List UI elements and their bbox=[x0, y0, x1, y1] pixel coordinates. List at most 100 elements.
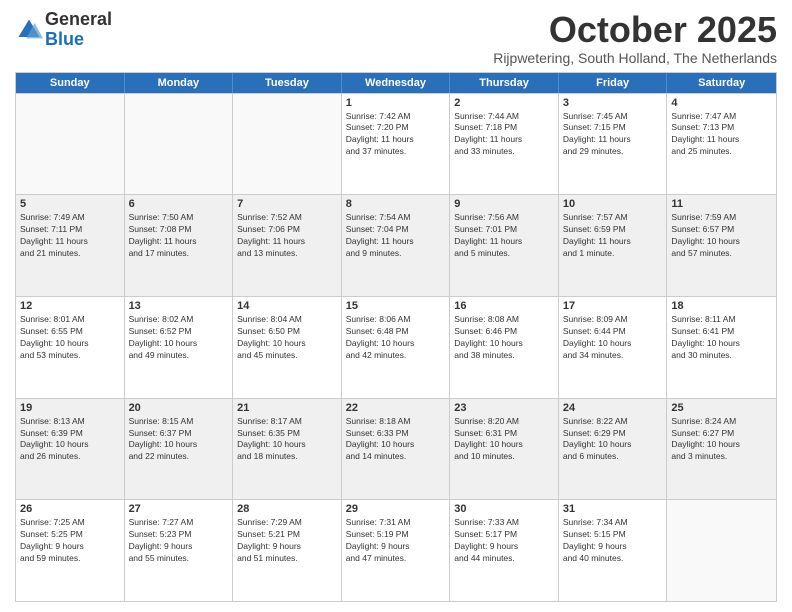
day-content-2: Sunrise: 7:44 AM Sunset: 7:18 PM Dayligh… bbox=[454, 111, 554, 159]
day-number-5: 5 bbox=[20, 198, 120, 210]
day-content-16: Sunrise: 8:08 AM Sunset: 6:46 PM Dayligh… bbox=[454, 314, 554, 362]
day-content-23: Sunrise: 8:20 AM Sunset: 6:31 PM Dayligh… bbox=[454, 416, 554, 464]
day-content-22: Sunrise: 8:18 AM Sunset: 6:33 PM Dayligh… bbox=[346, 416, 446, 464]
day-cell-7: 7Sunrise: 7:52 AM Sunset: 7:06 PM Daylig… bbox=[233, 195, 342, 296]
day-number-30: 30 bbox=[454, 503, 554, 515]
day-cell-15: 15 Sunrise: 8:06 AM Sunset: 6:48 PM Dayli… bbox=[342, 297, 451, 398]
empty-cell-w4-6 bbox=[667, 500, 776, 601]
day-cell-21: 21 Sunrise: 8:17 AM Sunset: 6:35 PM Dayli… bbox=[233, 399, 342, 500]
day-number-22: 22 bbox=[346, 402, 446, 414]
empty-cell-w0-2 bbox=[233, 94, 342, 195]
day-content-20: Sunrise: 8:15 AM Sunset: 6:37 PM Dayligh… bbox=[129, 416, 229, 464]
day-cell-3: 3Sunrise: 7:45 AM Sunset: 7:15 PM Daylig… bbox=[559, 94, 668, 195]
day-number-26: 26 bbox=[20, 503, 120, 515]
day-number-24: 24 bbox=[563, 402, 663, 414]
week-row-2: 5 Sunrise: 7:49 AM Sunset: 7:11 PM Daylig… bbox=[16, 194, 776, 296]
day-cell-2: 2 Sunrise: 7:44 AM Sunset: 7:18 PM Daylig… bbox=[450, 94, 559, 195]
day-content-26: Sunrise: 7:25 AM Sunset: 5:25 PM Dayligh… bbox=[20, 517, 120, 565]
day-number-14: 14 bbox=[237, 300, 337, 312]
day-number-19: 19 bbox=[20, 402, 120, 414]
day-number-21: 21 bbox=[237, 402, 337, 414]
day-cell-5: 5 Sunrise: 7:49 AM Sunset: 7:11 PM Daylig… bbox=[16, 195, 125, 296]
day-cell-16: 16Sunrise: 8:08 AM Sunset: 6:46 PM Dayli… bbox=[450, 297, 559, 398]
day-cell-28: 28 Sunrise: 7:29 AM Sunset: 5:21 PM Dayli… bbox=[233, 500, 342, 601]
week-row-1: 1 Sunrise: 7:42 AM Sunset: 7:20 PM Daylig… bbox=[16, 93, 776, 195]
day-cell-1: 1 Sunrise: 7:42 AM Sunset: 7:20 PM Daylig… bbox=[342, 94, 451, 195]
location-title: Rijpwetering, South Holland, The Netherl… bbox=[493, 50, 777, 66]
logo-blue-text: Blue bbox=[45, 29, 84, 49]
day-content-27: Sunrise: 7:27 AM Sunset: 5:23 PM Dayligh… bbox=[129, 517, 229, 565]
day-number-18: 18 bbox=[671, 300, 772, 312]
header-monday: Monday bbox=[125, 73, 234, 93]
logo-icon bbox=[15, 16, 43, 44]
day-number-6: 6 bbox=[129, 198, 229, 210]
day-cell-20: 20 Sunrise: 8:15 AM Sunset: 6:37 PM Dayli… bbox=[125, 399, 234, 500]
header-tuesday: Tuesday bbox=[233, 73, 342, 93]
day-cell-19: 19 Sunrise: 8:13 AM Sunset: 6:39 PM Dayli… bbox=[16, 399, 125, 500]
day-number-23: 23 bbox=[454, 402, 554, 414]
day-content-1: Sunrise: 7:42 AM Sunset: 7:20 PM Dayligh… bbox=[346, 111, 446, 159]
day-number-10: 10 bbox=[563, 198, 663, 210]
day-cell-25: 25Sunrise: 8:24 AM Sunset: 6:27 PM Dayli… bbox=[667, 399, 776, 500]
week-row-3: 12 Sunrise: 8:01 AM Sunset: 6:55 PM Dayli… bbox=[16, 296, 776, 398]
day-number-27: 27 bbox=[129, 503, 229, 515]
day-content-6: Sunrise: 7:50 AM Sunset: 7:08 PM Dayligh… bbox=[129, 212, 229, 260]
day-number-28: 28 bbox=[237, 503, 337, 515]
day-cell-4: 4Sunrise: 7:47 AM Sunset: 7:13 PM Daylig… bbox=[667, 94, 776, 195]
logo: General Blue bbox=[15, 10, 112, 50]
day-content-25: Sunrise: 8:24 AM Sunset: 6:27 PM Dayligh… bbox=[671, 416, 772, 464]
day-cell-13: 13Sunrise: 8:02 AM Sunset: 6:52 PM Dayli… bbox=[125, 297, 234, 398]
calendar-header: Sunday Monday Tuesday Wednesday Thursday… bbox=[16, 73, 776, 93]
empty-cell-w0-0 bbox=[16, 94, 125, 195]
day-content-19: Sunrise: 8:13 AM Sunset: 6:39 PM Dayligh… bbox=[20, 416, 120, 464]
day-cell-17: 17 Sunrise: 8:09 AM Sunset: 6:44 PM Dayli… bbox=[559, 297, 668, 398]
day-content-28: Sunrise: 7:29 AM Sunset: 5:21 PM Dayligh… bbox=[237, 517, 337, 565]
day-cell-12: 12 Sunrise: 8:01 AM Sunset: 6:55 PM Dayli… bbox=[16, 297, 125, 398]
day-cell-31: 31Sunrise: 7:34 AM Sunset: 5:15 PM Dayli… bbox=[559, 500, 668, 601]
day-content-5: Sunrise: 7:49 AM Sunset: 7:11 PM Dayligh… bbox=[20, 212, 120, 260]
day-content-30: Sunrise: 7:33 AM Sunset: 5:17 PM Dayligh… bbox=[454, 517, 554, 565]
day-content-15: Sunrise: 8:06 AM Sunset: 6:48 PM Dayligh… bbox=[346, 314, 446, 362]
day-cell-29: 29 Sunrise: 7:31 AM Sunset: 5:19 PM Dayli… bbox=[342, 500, 451, 601]
day-content-24: Sunrise: 8:22 AM Sunset: 6:29 PM Dayligh… bbox=[563, 416, 663, 464]
day-content-8: Sunrise: 7:54 AM Sunset: 7:04 PM Dayligh… bbox=[346, 212, 446, 260]
logo-text: General Blue bbox=[45, 10, 112, 50]
header-thursday: Thursday bbox=[450, 73, 559, 93]
day-content-3: Sunrise: 7:45 AM Sunset: 7:15 PM Dayligh… bbox=[563, 111, 663, 159]
day-number-20: 20 bbox=[129, 402, 229, 414]
day-content-18: Sunrise: 8:11 AM Sunset: 6:41 PM Dayligh… bbox=[671, 314, 772, 362]
day-content-17: Sunrise: 8:09 AM Sunset: 6:44 PM Dayligh… bbox=[563, 314, 663, 362]
header-saturday: Saturday bbox=[667, 73, 776, 93]
day-number-12: 12 bbox=[20, 300, 120, 312]
day-cell-8: 8 Sunrise: 7:54 AM Sunset: 7:04 PM Daylig… bbox=[342, 195, 451, 296]
day-content-21: Sunrise: 8:17 AM Sunset: 6:35 PM Dayligh… bbox=[237, 416, 337, 464]
calendar: Sunday Monday Tuesday Wednesday Thursday… bbox=[15, 72, 777, 602]
day-cell-9: 9 Sunrise: 7:56 AM Sunset: 7:01 PM Daylig… bbox=[450, 195, 559, 296]
day-cell-22: 22 Sunrise: 8:18 AM Sunset: 6:33 PM Dayli… bbox=[342, 399, 451, 500]
week-row-4: 19 Sunrise: 8:13 AM Sunset: 6:39 PM Dayli… bbox=[16, 398, 776, 500]
day-cell-24: 24 Sunrise: 8:22 AM Sunset: 6:29 PM Dayli… bbox=[559, 399, 668, 500]
day-content-12: Sunrise: 8:01 AM Sunset: 6:55 PM Dayligh… bbox=[20, 314, 120, 362]
day-number-31: 31 bbox=[563, 503, 663, 515]
day-number-2: 2 bbox=[454, 97, 554, 109]
day-content-29: Sunrise: 7:31 AM Sunset: 5:19 PM Dayligh… bbox=[346, 517, 446, 565]
header: General Blue October 2025 Rijpwetering, … bbox=[15, 10, 777, 66]
day-number-29: 29 bbox=[346, 503, 446, 515]
day-number-9: 9 bbox=[454, 198, 554, 210]
day-number-15: 15 bbox=[346, 300, 446, 312]
day-content-14: Sunrise: 8:04 AM Sunset: 6:50 PM Dayligh… bbox=[237, 314, 337, 362]
page: General Blue October 2025 Rijpwetering, … bbox=[0, 0, 792, 612]
day-cell-30: 30 Sunrise: 7:33 AM Sunset: 5:17 PM Dayli… bbox=[450, 500, 559, 601]
month-title: October 2025 bbox=[493, 10, 777, 50]
day-content-13: Sunrise: 8:02 AM Sunset: 6:52 PM Dayligh… bbox=[129, 314, 229, 362]
day-cell-23: 23 Sunrise: 8:20 AM Sunset: 6:31 PM Dayli… bbox=[450, 399, 559, 500]
day-number-1: 1 bbox=[346, 97, 446, 109]
day-number-11: 11 bbox=[671, 198, 772, 210]
day-content-9: Sunrise: 7:56 AM Sunset: 7:01 PM Dayligh… bbox=[454, 212, 554, 260]
day-cell-27: 27 Sunrise: 7:27 AM Sunset: 5:23 PM Dayli… bbox=[125, 500, 234, 601]
day-cell-14: 14 Sunrise: 8:04 AM Sunset: 6:50 PM Dayli… bbox=[233, 297, 342, 398]
day-number-8: 8 bbox=[346, 198, 446, 210]
day-cell-11: 11Sunrise: 7:59 AM Sunset: 6:57 PM Dayli… bbox=[667, 195, 776, 296]
day-number-17: 17 bbox=[563, 300, 663, 312]
day-cell-18: 18 Sunrise: 8:11 AM Sunset: 6:41 PM Dayli… bbox=[667, 297, 776, 398]
